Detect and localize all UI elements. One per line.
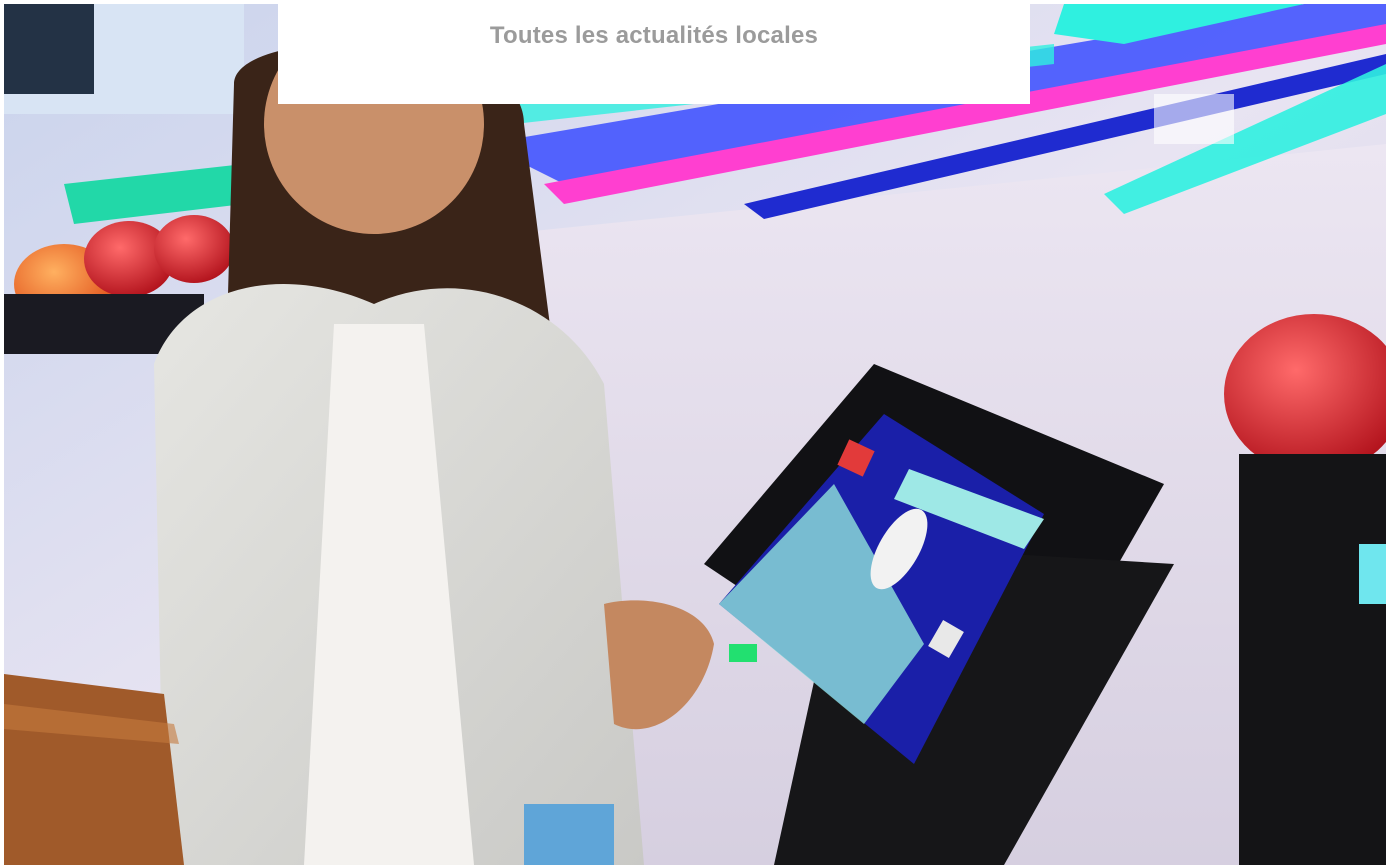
article-photo: [4, 4, 1386, 865]
all-local-news-link[interactable]: Toutes les actualités locales: [278, 22, 1030, 50]
top-banner: Toutes les actualités locales: [278, 0, 1030, 104]
